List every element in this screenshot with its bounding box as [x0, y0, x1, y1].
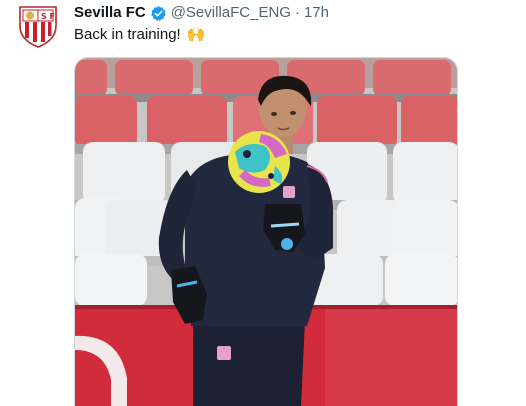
- raising-hands-emoji: 🙌: [186, 26, 206, 43]
- tweet-photo[interactable]: [74, 57, 458, 406]
- handle[interactable]: @SevillaFC_ENG: [171, 3, 291, 23]
- separator-dot: ·: [294, 4, 300, 21]
- svg-text:S F: S F: [41, 12, 55, 21]
- tweet-text: Back in training! 🙌: [74, 25, 206, 45]
- sevilla-crest-icon: S F: [19, 6, 57, 48]
- tweet-card[interactable]: S F Sevilla FC @SevillaFC_ENG · 17h Back…: [0, 0, 526, 406]
- verified-badge-icon: [150, 5, 166, 21]
- display-name[interactable]: Sevilla FC: [74, 3, 146, 23]
- training-photo: [75, 58, 457, 406]
- timestamp[interactable]: 17h: [304, 3, 329, 23]
- avatar[interactable]: S F: [16, 4, 60, 48]
- tweet-header: Sevilla FC @SevillaFC_ENG · 17h: [74, 3, 516, 23]
- tweet-text-body: Back in training!: [74, 26, 181, 43]
